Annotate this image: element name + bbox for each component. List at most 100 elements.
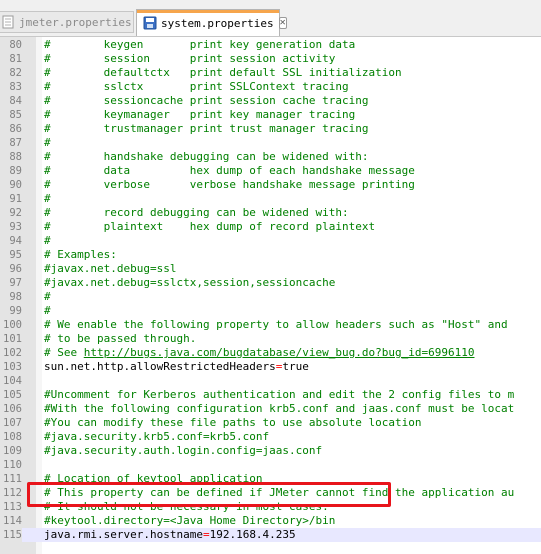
code-line[interactable]: 107 #You can modify these file paths to u… [0, 416, 541, 430]
tab-system-properties[interactable]: system.properties ✕ [136, 9, 287, 36]
line-number: 83 [9, 81, 22, 93]
property-value: 192.168.4.235 [209, 528, 296, 541]
code-line[interactable]: 106 #With the following configuration krb… [0, 402, 541, 416]
code-line[interactable]: 98 # [0, 290, 541, 304]
line-text: # [44, 304, 51, 317]
code-line[interactable]: 96 #javax.net.debug=ssl [0, 262, 541, 276]
line-number: 99 [9, 305, 22, 317]
text-editor[interactable]: 80 # keygen print key generation data 81 # … [0, 37, 541, 554]
code-line[interactable]: 97 #javax.net.debug=sslctx,session,sessio… [0, 276, 541, 290]
line-text: # plaintext hex dump of record plaintext [44, 220, 376, 233]
comment-prefix: # See [44, 346, 84, 359]
code-line[interactable]: 80 # keygen print key generation data [0, 38, 541, 52]
line-number: 114 [3, 515, 22, 527]
line-number: 105 [3, 389, 22, 401]
bug-link[interactable]: http://bugs.java.com/bugdatabase/view_bu… [84, 346, 475, 359]
line-number: 104 [3, 375, 22, 387]
code-line[interactable]: 86 # trustmanager print trust manager tra… [0, 122, 541, 136]
line-number: 101 [3, 333, 22, 345]
line-number: 103 [3, 361, 22, 373]
line-text: # sslctx print SSLContext tracing [44, 80, 349, 93]
file-icon [1, 15, 15, 29]
close-icon[interactable]: ✕ [278, 17, 287, 29]
line-text: # [44, 234, 51, 247]
line-text: #keytool.directory=<Java Home Directory>… [44, 514, 336, 527]
property-value: true [282, 360, 309, 373]
code-line[interactable]: 92 # record debugging can be widened with… [0, 206, 541, 220]
line-text: # defaultctx print default SSL initializ… [44, 66, 402, 79]
line-text: # to be passed through. [44, 332, 197, 345]
line-text: # session print session activity [44, 52, 336, 65]
line-number: 100 [3, 319, 22, 331]
code-line[interactable]: 83 # sslctx print SSLContext tracing [0, 80, 541, 94]
line-number: 92 [9, 207, 22, 219]
code-line[interactable]: 84 # sessioncache print session cache tra… [0, 94, 541, 108]
line-number: 87 [9, 137, 22, 149]
line-number: 107 [3, 417, 22, 429]
code-line[interactable]: 82 # defaultctx print default SSL initial… [0, 66, 541, 80]
code-line[interactable]: 105 #Uncomment for Kerberos authenticatio… [0, 388, 541, 402]
line-text: # Examples: [44, 248, 117, 261]
line-text: #With the following configuration krb5.c… [44, 402, 515, 415]
line-text: # record debugging can be widened with: [44, 206, 349, 219]
code-line[interactable]: 104 [0, 374, 541, 388]
code-line[interactable]: 114 #keytool.directory=<Java Home Directo… [0, 514, 541, 528]
tab-jmeter-properties[interactable]: jmeter.properties ✕ [0, 11, 145, 33]
line-number: 97 [9, 277, 22, 289]
line-number: 94 [9, 235, 22, 247]
code-line[interactable]: 88 # handshake debugging can be widened w… [0, 150, 541, 164]
line-number: 102 [3, 347, 22, 359]
code-line[interactable]: 109 #java.security.auth.login.config=jaas… [0, 444, 541, 458]
line-number: 89 [9, 165, 22, 177]
code-line[interactable]: 89 # data hex dump of each handshake mess… [0, 164, 541, 178]
code-line[interactable]: 81 # session print session activity [0, 52, 541, 66]
line-text: # keymanager print key manager tracing [44, 108, 356, 121]
line-text: #javax.net.debug=sslctx,session,sessionc… [44, 276, 336, 289]
line-text: # keygen print key generation data [44, 38, 356, 51]
highlight-box [27, 482, 391, 507]
code-line[interactable]: 87 # [0, 136, 541, 150]
line-number: 111 [3, 473, 22, 485]
line-number: 96 [9, 263, 22, 275]
code-line[interactable]: 110 [0, 458, 541, 472]
line-text: java.rmi.server.hostname=192.168.4.235 [44, 528, 296, 542]
line-text: # [44, 136, 51, 149]
code-line[interactable]: 95 # Examples: [0, 248, 541, 262]
line-text: # We enable the following property to al… [44, 318, 508, 331]
code-line[interactable]: 93 # plaintext hex dump of record plainte… [0, 220, 541, 234]
line-number: 90 [9, 179, 22, 191]
line-text: # [44, 192, 51, 205]
code-line[interactable]: 103 sun.net.http.allowRestrictedHeaders=t… [0, 360, 541, 374]
tab-label: system.properties [161, 16, 274, 30]
line-number: 82 [9, 67, 22, 79]
line-number: 93 [9, 221, 22, 233]
line-number: 91 [9, 193, 22, 205]
line-number: 85 [9, 109, 22, 121]
code-line[interactable]: 94 # [0, 234, 541, 248]
property-key: sun.net.http.allowRestrictedHeaders [44, 360, 276, 373]
line-number: 84 [9, 95, 22, 107]
tab-bar: jmeter.properties ✕ system.properties ✕ [0, 0, 541, 37]
line-text: # See http://bugs.java.com/bugdatabase/v… [44, 346, 474, 360]
line-number: 112 [3, 487, 22, 499]
code-line[interactable]: 99 # [0, 304, 541, 318]
code-line[interactable]: 115 java.rmi.server.hostname=192.168.4.23… [0, 528, 541, 542]
code-line[interactable]: 108 #java.security.krb5.conf=krb5.conf [0, 430, 541, 444]
line-number: 113 [3, 501, 22, 513]
code-line[interactable]: 85 # keymanager print key manager tracing [0, 108, 541, 122]
line-number: 110 [3, 459, 22, 471]
line-text: sun.net.http.allowRestrictedHeaders=true [44, 360, 309, 374]
line-text: #You can modify these file paths to use … [44, 416, 422, 429]
code-line[interactable]: 91 # [0, 192, 541, 206]
line-number: 108 [3, 431, 22, 443]
code-line[interactable]: 101 # to be passed through. [0, 332, 541, 346]
line-text: #java.security.auth.login.config=jaas.co… [44, 444, 323, 457]
line-number: 86 [9, 123, 22, 135]
code-line[interactable]: 102 # See http://bugs.java.com/bugdatabas… [0, 346, 541, 360]
code-line[interactable]: 90 # verbose verbose handshake message pr… [0, 178, 541, 192]
line-text: #javax.net.debug=ssl [44, 262, 177, 275]
tab-label: jmeter.properties [19, 15, 132, 29]
line-text: # data hex dump of each handshake messag… [44, 164, 415, 177]
line-number: 80 [9, 39, 22, 51]
code-line[interactable]: 100 # We enable the following property to… [0, 318, 541, 332]
